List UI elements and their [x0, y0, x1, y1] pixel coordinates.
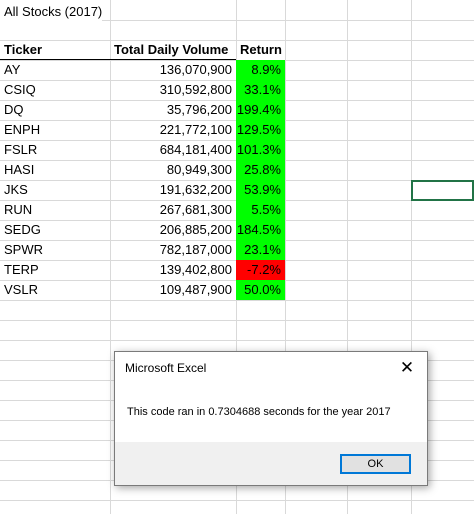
return-cell[interactable]: 50.0%: [236, 280, 285, 300]
return-cell[interactable]: 184.5%: [236, 220, 285, 240]
gridline-horizontal: [0, 320, 474, 321]
volume-cell[interactable]: 139,402,800: [110, 260, 236, 280]
header-total-daily-volume[interactable]: Total Daily Volume: [110, 40, 236, 60]
volume-cell[interactable]: 80,949,300: [110, 160, 236, 180]
volume-cell[interactable]: 136,070,900: [110, 60, 236, 80]
return-cell[interactable]: 5.5%: [236, 200, 285, 220]
ticker-cell[interactable]: DQ: [0, 100, 110, 120]
header-return[interactable]: Return: [236, 40, 285, 60]
return-cell[interactable]: -7.2%: [236, 260, 285, 280]
ticker-cell[interactable]: RUN: [0, 200, 110, 220]
return-cell[interactable]: 101.3%: [236, 140, 285, 160]
selected-cell[interactable]: [411, 180, 474, 201]
ticker-cell[interactable]: FSLR: [0, 140, 110, 160]
return-cell[interactable]: 23.1%: [236, 240, 285, 260]
ticker-cell[interactable]: SEDG: [0, 220, 110, 240]
volume-cell[interactable]: 310,592,800: [110, 80, 236, 100]
volume-cell[interactable]: 782,187,000: [110, 240, 236, 260]
return-cell[interactable]: 33.1%: [236, 80, 285, 100]
volume-cell[interactable]: 206,885,200: [110, 220, 236, 240]
header-ticker[interactable]: Ticker: [0, 40, 110, 60]
ticker-cell[interactable]: HASI: [0, 160, 110, 180]
ticker-cell[interactable]: SPWR: [0, 240, 110, 260]
ok-button[interactable]: OK: [340, 454, 411, 474]
gridline-horizontal: [0, 340, 474, 341]
volume-cell[interactable]: 221,772,100: [110, 120, 236, 140]
sheet-title[interactable]: All Stocks (2017): [0, 0, 103, 24]
dialog-body: This code ran in 0.7304688 seconds for t…: [115, 384, 427, 442]
ticker-cell[interactable]: AY: [0, 60, 110, 80]
gridline-horizontal: [0, 300, 474, 301]
ticker-cell[interactable]: TERP: [0, 260, 110, 280]
ticker-cell[interactable]: VSLR: [0, 280, 110, 300]
return-cell[interactable]: 129.5%: [236, 120, 285, 140]
volume-cell[interactable]: 684,181,400: [110, 140, 236, 160]
return-cell[interactable]: 25.8%: [236, 160, 285, 180]
volume-cell[interactable]: 35,796,200: [110, 100, 236, 120]
return-cell[interactable]: 199.4%: [236, 100, 285, 120]
ticker-cell[interactable]: CSIQ: [0, 80, 110, 100]
dialog-title: Microsoft Excel: [125, 361, 207, 375]
ticker-cell[interactable]: JKS: [0, 180, 110, 200]
volume-cell[interactable]: 267,681,300: [110, 200, 236, 220]
message-dialog: Microsoft Excel ✕ This code ran in 0.730…: [114, 351, 428, 486]
return-cell[interactable]: 53.9%: [236, 180, 285, 200]
return-cell[interactable]: 8.9%: [236, 60, 285, 80]
volume-cell[interactable]: 191,632,200: [110, 180, 236, 200]
dialog-titlebar[interactable]: Microsoft Excel ✕: [115, 352, 427, 384]
volume-cell[interactable]: 109,487,900: [110, 280, 236, 300]
close-icon[interactable]: ✕: [389, 352, 425, 384]
gridline-horizontal: [0, 500, 474, 501]
dialog-message: This code ran in 0.7304688 seconds for t…: [127, 406, 391, 418]
ticker-cell[interactable]: ENPH: [0, 120, 110, 140]
